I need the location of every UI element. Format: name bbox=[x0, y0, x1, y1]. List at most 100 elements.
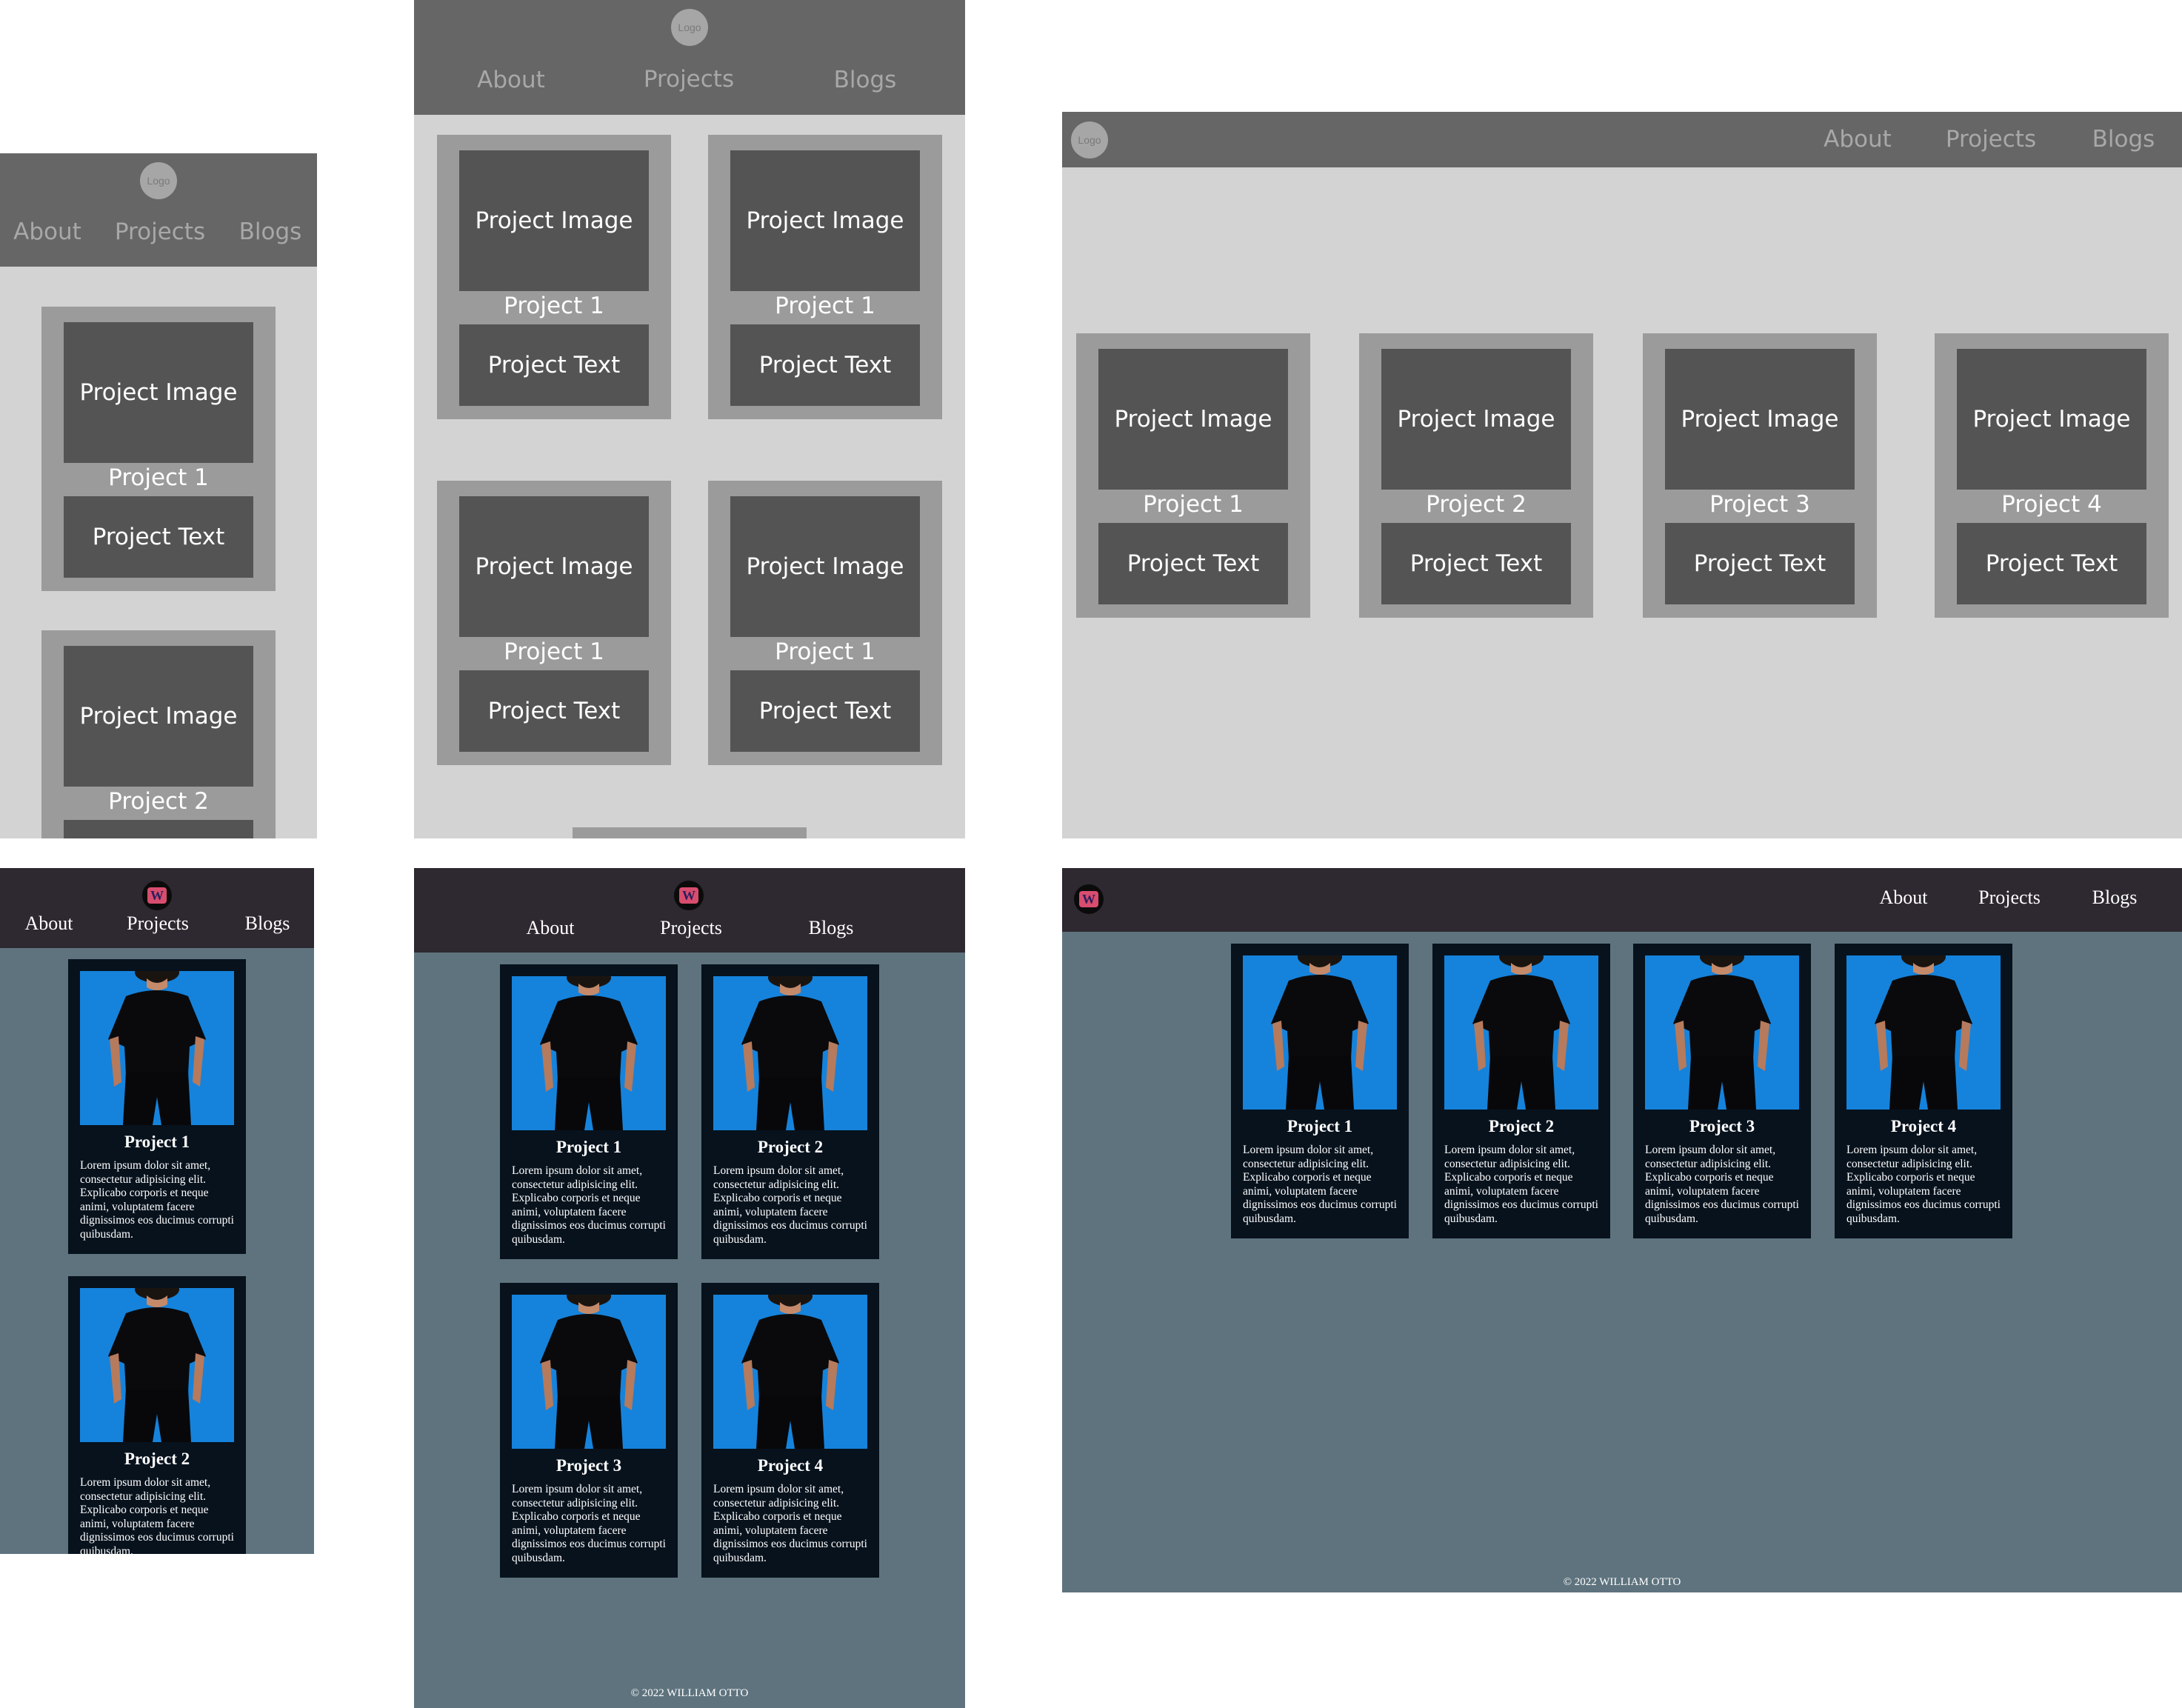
nav-about-link[interactable]: About bbox=[1824, 126, 1892, 153]
project-title: Project 1 bbox=[504, 293, 604, 319]
project-title: Project 4 bbox=[1890, 1117, 1957, 1135]
project-title: Project 3 bbox=[1709, 491, 1810, 518]
nav-projects-link[interactable]: Projects bbox=[1978, 887, 2041, 909]
project-description: Lorem ipsum dolor sit amet, consectetur … bbox=[80, 1159, 234, 1241]
nav-about-link[interactable]: About bbox=[527, 917, 575, 939]
project-photo bbox=[80, 1288, 234, 1442]
final-desktop-navbar: W About Projects Blogs bbox=[1062, 868, 2182, 932]
project-card[interactable]: Project 3 Lorem ipsum dolor sit amet, co… bbox=[1633, 944, 1811, 1238]
logo-icon[interactable]: W bbox=[142, 881, 172, 910]
project-title: Project 1 bbox=[504, 638, 604, 665]
logo-letter: W bbox=[147, 887, 167, 904]
project-description: Lorem ipsum dolor sit amet, consectetur … bbox=[1243, 1144, 1397, 1225]
project-card[interactable]: Project 1 Lorem ipsum dolor sit amet, co… bbox=[68, 959, 246, 1254]
project-title: Project 3 bbox=[1689, 1117, 1755, 1135]
project-image-placeholder: Project Image bbox=[730, 496, 920, 637]
nav-blogs-link[interactable]: Blogs bbox=[2092, 126, 2155, 153]
project-title: Project 4 bbox=[757, 1456, 824, 1475]
project-text-placeholder: Project Text bbox=[1665, 523, 1855, 604]
nav-about-link[interactable]: About bbox=[1880, 887, 1928, 909]
wireframe-mobile: Logo About Projects Blogs Project Image … bbox=[0, 153, 317, 838]
project-card[interactable]: Project Image Project 1 Project Text bbox=[41, 307, 276, 591]
nav-projects-link[interactable]: Projects bbox=[115, 218, 205, 245]
nav-about-link[interactable]: About bbox=[25, 913, 73, 935]
project-card[interactable]: Project Image Project 1 Project Text bbox=[708, 481, 942, 765]
nav-about-link[interactable]: About bbox=[13, 218, 81, 245]
project-card[interactable]: Project Image Project 3 Project Text bbox=[1643, 333, 1877, 618]
nav-about-link[interactable]: About bbox=[477, 67, 545, 93]
wireframe-desktop: Logo About Projects Blogs Project Image … bbox=[1062, 112, 2182, 838]
project-title: Project 1 bbox=[775, 293, 875, 319]
project-card[interactable]: Project 2 Lorem ipsum dolor sit amet, co… bbox=[701, 964, 879, 1259]
project-text-placeholder: Project Text bbox=[459, 324, 649, 406]
footer-copyright: © 2022 WILLIAM OTTO bbox=[630, 1687, 749, 1699]
project-image-placeholder: Project Image bbox=[64, 322, 253, 463]
project-photo bbox=[713, 976, 867, 1130]
project-image-placeholder: Project Image bbox=[459, 150, 649, 291]
project-text-placeholder: Project Text bbox=[64, 820, 253, 838]
project-card[interactable]: Project Image Project 1 Project Text bbox=[1076, 333, 1310, 618]
project-card[interactable]: Project 2 Lorem ipsum dolor sit amet, co… bbox=[1432, 944, 1610, 1238]
project-photo bbox=[1645, 955, 1799, 1110]
project-card[interactable]: Project Image Project 1 Project Text bbox=[437, 135, 671, 419]
project-title: Project 1 bbox=[1143, 491, 1244, 518]
project-title: Project 3 bbox=[555, 1456, 622, 1475]
scrollbar[interactable] bbox=[573, 827, 807, 838]
logo-placeholder[interactable]: Logo bbox=[140, 162, 177, 199]
nav-projects-link[interactable]: Projects bbox=[127, 913, 189, 935]
project-card[interactable]: Project Image Project 4 Project Text bbox=[1935, 333, 2169, 618]
logo-placeholder[interactable]: Logo bbox=[671, 9, 708, 46]
project-image-placeholder: Project Image bbox=[730, 150, 920, 291]
project-description: Lorem ipsum dolor sit amet, consectetur … bbox=[713, 1483, 867, 1564]
nav-blogs-link[interactable]: Blogs bbox=[834, 67, 897, 93]
project-card[interactable]: Project 4 Lorem ipsum dolor sit amet, co… bbox=[701, 1283, 879, 1578]
project-text-placeholder: Project Text bbox=[459, 670, 649, 752]
logo-icon[interactable]: W bbox=[674, 881, 704, 910]
project-card[interactable]: Project 4 Lorem ipsum dolor sit amet, co… bbox=[1835, 944, 2012, 1238]
project-title: Project 1 bbox=[1287, 1117, 1353, 1135]
wireframe-tablet: Logo About Projects Blogs Project Image … bbox=[414, 0, 965, 838]
nav-projects-link[interactable]: Projects bbox=[660, 917, 722, 939]
project-photo bbox=[1444, 955, 1598, 1110]
final-mobile: W About Projects Blogs Project 1 Lorem i… bbox=[0, 868, 314, 1554]
project-photo bbox=[512, 1295, 666, 1449]
project-card[interactable]: Project Image Project 2 Project Text bbox=[41, 630, 276, 838]
project-image-placeholder: Project Image bbox=[1381, 349, 1571, 490]
project-description: Lorem ipsum dolor sit amet, consectetur … bbox=[512, 1164, 666, 1246]
nav-blogs-link[interactable]: Blogs bbox=[239, 218, 302, 245]
project-card[interactable]: Project 1 Lorem ipsum dolor sit amet, co… bbox=[500, 964, 678, 1259]
nav-blogs-link[interactable]: Blogs bbox=[245, 913, 290, 935]
logo-icon[interactable]: W bbox=[1074, 884, 1104, 914]
project-card[interactable]: Project Image Project 2 Project Text bbox=[1359, 333, 1593, 618]
project-photo bbox=[1243, 955, 1397, 1110]
wireframe-desktop-navbar: Logo About Projects Blogs bbox=[1062, 112, 2182, 167]
project-title: Project 2 bbox=[108, 788, 209, 815]
nav-projects-link[interactable]: Projects bbox=[1946, 126, 2036, 153]
logo-letter: W bbox=[1079, 891, 1098, 907]
project-card[interactable]: Project 1 Lorem ipsum dolor sit amet, co… bbox=[1231, 944, 1409, 1238]
project-image-placeholder: Project Image bbox=[1098, 349, 1288, 490]
project-text-placeholder: Project Text bbox=[730, 324, 920, 406]
project-text-placeholder: Project Text bbox=[1098, 523, 1288, 604]
project-title: Project 1 bbox=[124, 1132, 190, 1151]
final-tablet: W About Projects Blogs Project 1 Lorem i… bbox=[414, 868, 965, 1708]
project-image-placeholder: Project Image bbox=[64, 646, 253, 787]
nav-blogs-link[interactable]: Blogs bbox=[809, 917, 854, 939]
nav-projects-link[interactable]: Projects bbox=[644, 66, 734, 93]
project-title: Project 2 bbox=[757, 1138, 824, 1156]
final-desktop: W About Projects Blogs Project 1 Lorem i… bbox=[1062, 868, 2182, 1592]
nav-blogs-link[interactable]: Blogs bbox=[2092, 887, 2138, 909]
project-card[interactable]: Project 3 Lorem ipsum dolor sit amet, co… bbox=[500, 1283, 678, 1578]
project-title: Project 2 bbox=[1426, 491, 1527, 518]
project-description: Lorem ipsum dolor sit amet, consectetur … bbox=[512, 1483, 666, 1564]
project-card[interactable]: Project Image Project 1 Project Text bbox=[437, 481, 671, 765]
project-card[interactable]: Project Image Project 1 Project Text bbox=[708, 135, 942, 419]
project-image-placeholder: Project Image bbox=[1957, 349, 2146, 490]
project-text-placeholder: Project Text bbox=[1381, 523, 1571, 604]
project-description: Lorem ipsum dolor sit amet, consectetur … bbox=[1846, 1144, 2001, 1225]
footer-copyright: © 2022 WILLIAM OTTO bbox=[1563, 1576, 1681, 1588]
logo-placeholder[interactable]: Logo bbox=[1071, 121, 1108, 159]
project-card[interactable]: Project 2 Lorem ipsum dolor sit amet, co… bbox=[68, 1276, 246, 1554]
logo-letter: W bbox=[679, 887, 698, 904]
project-title: Project 1 bbox=[555, 1138, 622, 1156]
